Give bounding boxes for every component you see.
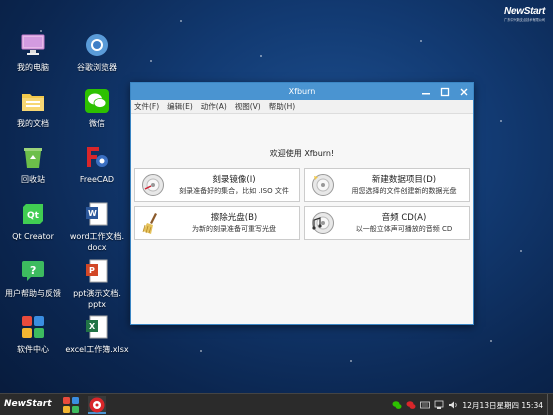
start-button[interactable]: NewStart [4, 399, 52, 409]
menu-edit[interactable]: 编辑(E) [167, 101, 193, 112]
action-title: 擦除光盘(B) [210, 213, 258, 223]
recycle-bin-icon [20, 144, 46, 170]
maximize-button[interactable] [440, 87, 450, 97]
desktop-icon-ppt-doc[interactable]: P ppt演示文档. pptx [64, 258, 130, 310]
monitor-icon [20, 32, 46, 58]
blank-disc-button[interactable]: 擦除光盘(B) 为新的刻录准备可重写光盘 [134, 206, 300, 240]
desktop-icon-label-line2: pptx [87, 300, 107, 309]
close-icon [460, 88, 468, 95]
freecad-icon [84, 144, 110, 170]
desktop-icon-label: 我的电脑 [17, 63, 49, 72]
desktop-icon-excel-doc[interactable]: X excel工作簿.xlsx [64, 314, 130, 355]
svg-text:Qt: Qt [27, 211, 40, 221]
software-center-icon [20, 314, 46, 340]
wechat-tray-icon-2[interactable] [406, 400, 416, 410]
taskbar: NewStart 12月13日星期四 15:34 [0, 393, 553, 415]
close-button[interactable] [459, 87, 469, 97]
audio-cd-icon [312, 212, 334, 234]
qt-creator-icon: Qt [20, 201, 46, 227]
brand-logo: NewStart 广东中兴新支点技术有限公司 [495, 6, 545, 28]
desktop-icon-qt-creator[interactable]: Qt Qt Creator [0, 201, 66, 242]
wechat-icon [84, 88, 110, 114]
help-feedback-icon: ? [20, 258, 46, 284]
svg-text:W: W [88, 209, 97, 218]
desktop-icon-label: 我的文档 [17, 119, 49, 128]
window-title: Xfburn [288, 87, 316, 96]
svg-text:?: ? [30, 264, 36, 277]
volume-icon[interactable] [448, 400, 458, 410]
action-title: 新建数据项目(D) [371, 175, 437, 185]
action-desc: 刻录准备好的集合，比如 .ISO 文件 [179, 187, 289, 195]
action-desc: 为新的刻录准备可重写光盘 [192, 225, 276, 233]
desktop-icon-label: 用户帮助与反馈 [5, 289, 61, 298]
taskbar-xfburn[interactable] [88, 396, 106, 414]
desktop-icon-label: 谷歌浏览器 [77, 63, 117, 72]
wechat-tray-icon[interactable] [392, 400, 402, 410]
burn-image-button[interactable]: 刻录镜像(I) 刻录准备好的集合，比如 .ISO 文件 [134, 168, 300, 202]
keyboard-icon[interactable] [420, 400, 431, 410]
desktop-icon-my-documents[interactable]: 我的文档 [0, 88, 66, 129]
clock[interactable]: 12月13日星期四 15:34 [462, 400, 543, 411]
desktop-icon-help-feedback[interactable]: ? 用户帮助与反馈 [0, 258, 66, 299]
show-desktop-button[interactable] [547, 394, 551, 415]
maximize-icon [440, 87, 450, 96]
desktop-icon-label-line1: word工作文档. [69, 232, 125, 241]
blank-disc-icon [142, 213, 157, 234]
burn-image-icon [142, 174, 164, 196]
action-title: 刻录镜像(I) [212, 175, 256, 185]
window-titlebar[interactable]: Xfburn [131, 83, 473, 100]
browser-icon [84, 32, 110, 58]
desktop-icon-label: 软件中心 [17, 345, 49, 354]
desktop-icon-label: 回收站 [21, 175, 45, 184]
system-tray: 12月13日星期四 15:34 [392, 394, 553, 415]
welcome-text: 欢迎使用 Xfburn! [269, 149, 335, 158]
desktop-icon-chrome[interactable]: 谷歌浏览器 [64, 32, 130, 73]
desktop-icon-label-line2: docx [87, 243, 107, 252]
audio-cd-button[interactable]: 音频 CD(A) 以一般立体声可播放的音频 CD [304, 206, 470, 240]
svg-text:P: P [89, 266, 95, 275]
menu-bar: 文件(F) 编辑(E) 动作(A) 视图(V) 帮助(H) [131, 100, 473, 114]
action-title: 音频 CD(A) [381, 213, 427, 223]
action-desc: 用您选择的文件创建新的数据光盘 [351, 187, 457, 195]
window-body: 欢迎使用 Xfburn! 刻录镜像(I) 刻录准备好的集合，比如 .ISO 文件… [131, 114, 473, 324]
desktop-icon-label: FreeCAD [79, 175, 115, 184]
word-doc-icon: W [84, 201, 110, 227]
desktop-icon-software-center[interactable]: 软件中心 [0, 314, 66, 355]
minimize-button[interactable] [421, 87, 431, 97]
menu-file[interactable]: 文件(F) [134, 101, 159, 112]
excel-doc-icon: X [84, 314, 110, 340]
minimize-icon [422, 92, 430, 94]
desktop-icon-word-doc[interactable]: W word工作文档. docx [64, 201, 130, 253]
brand-name: NewStart [504, 6, 545, 17]
network-icon[interactable] [434, 400, 444, 410]
desktop-icon-recycle-bin[interactable]: 回收站 [0, 144, 66, 185]
xfburn-window: Xfburn 文件(F) 编辑(E) 动作(A) 视图(V) 帮助(H) 欢迎使… [130, 82, 474, 325]
new-data-project-button[interactable]: 新建数据项目(D) 用您选择的文件创建新的数据光盘 [304, 168, 470, 202]
new-data-project-icon [312, 174, 334, 196]
desktop-icon-my-computer[interactable]: 我的电脑 [0, 32, 66, 73]
desktop-icon-label: Qt Creator [12, 232, 54, 241]
desktop-icon-label: excel工作簿.xlsx [65, 345, 129, 354]
xfburn-icon [89, 397, 105, 413]
menu-action[interactable]: 动作(A) [201, 101, 227, 112]
desktop-icon-wechat[interactable]: 微信 [64, 88, 130, 129]
svg-text:X: X [89, 322, 96, 331]
folder-icon [20, 88, 46, 114]
desktop-icon-label-line1: ppt演示文档. [73, 289, 121, 298]
brand-tagline: 广东中兴新支点技术有限公司 [504, 18, 545, 22]
taskbar-software-center[interactable] [62, 396, 80, 414]
action-desc: 以一般立体声可播放的音频 CD [355, 225, 453, 233]
desktop-icon-label: 微信 [89, 119, 105, 128]
ppt-doc-icon: P [84, 258, 110, 284]
menu-help[interactable]: 帮助(H) [269, 101, 296, 112]
software-center-icon [63, 397, 79, 413]
desktop-icon-freecad[interactable]: FreeCAD [64, 144, 130, 185]
menu-view[interactable]: 视图(V) [235, 101, 261, 112]
